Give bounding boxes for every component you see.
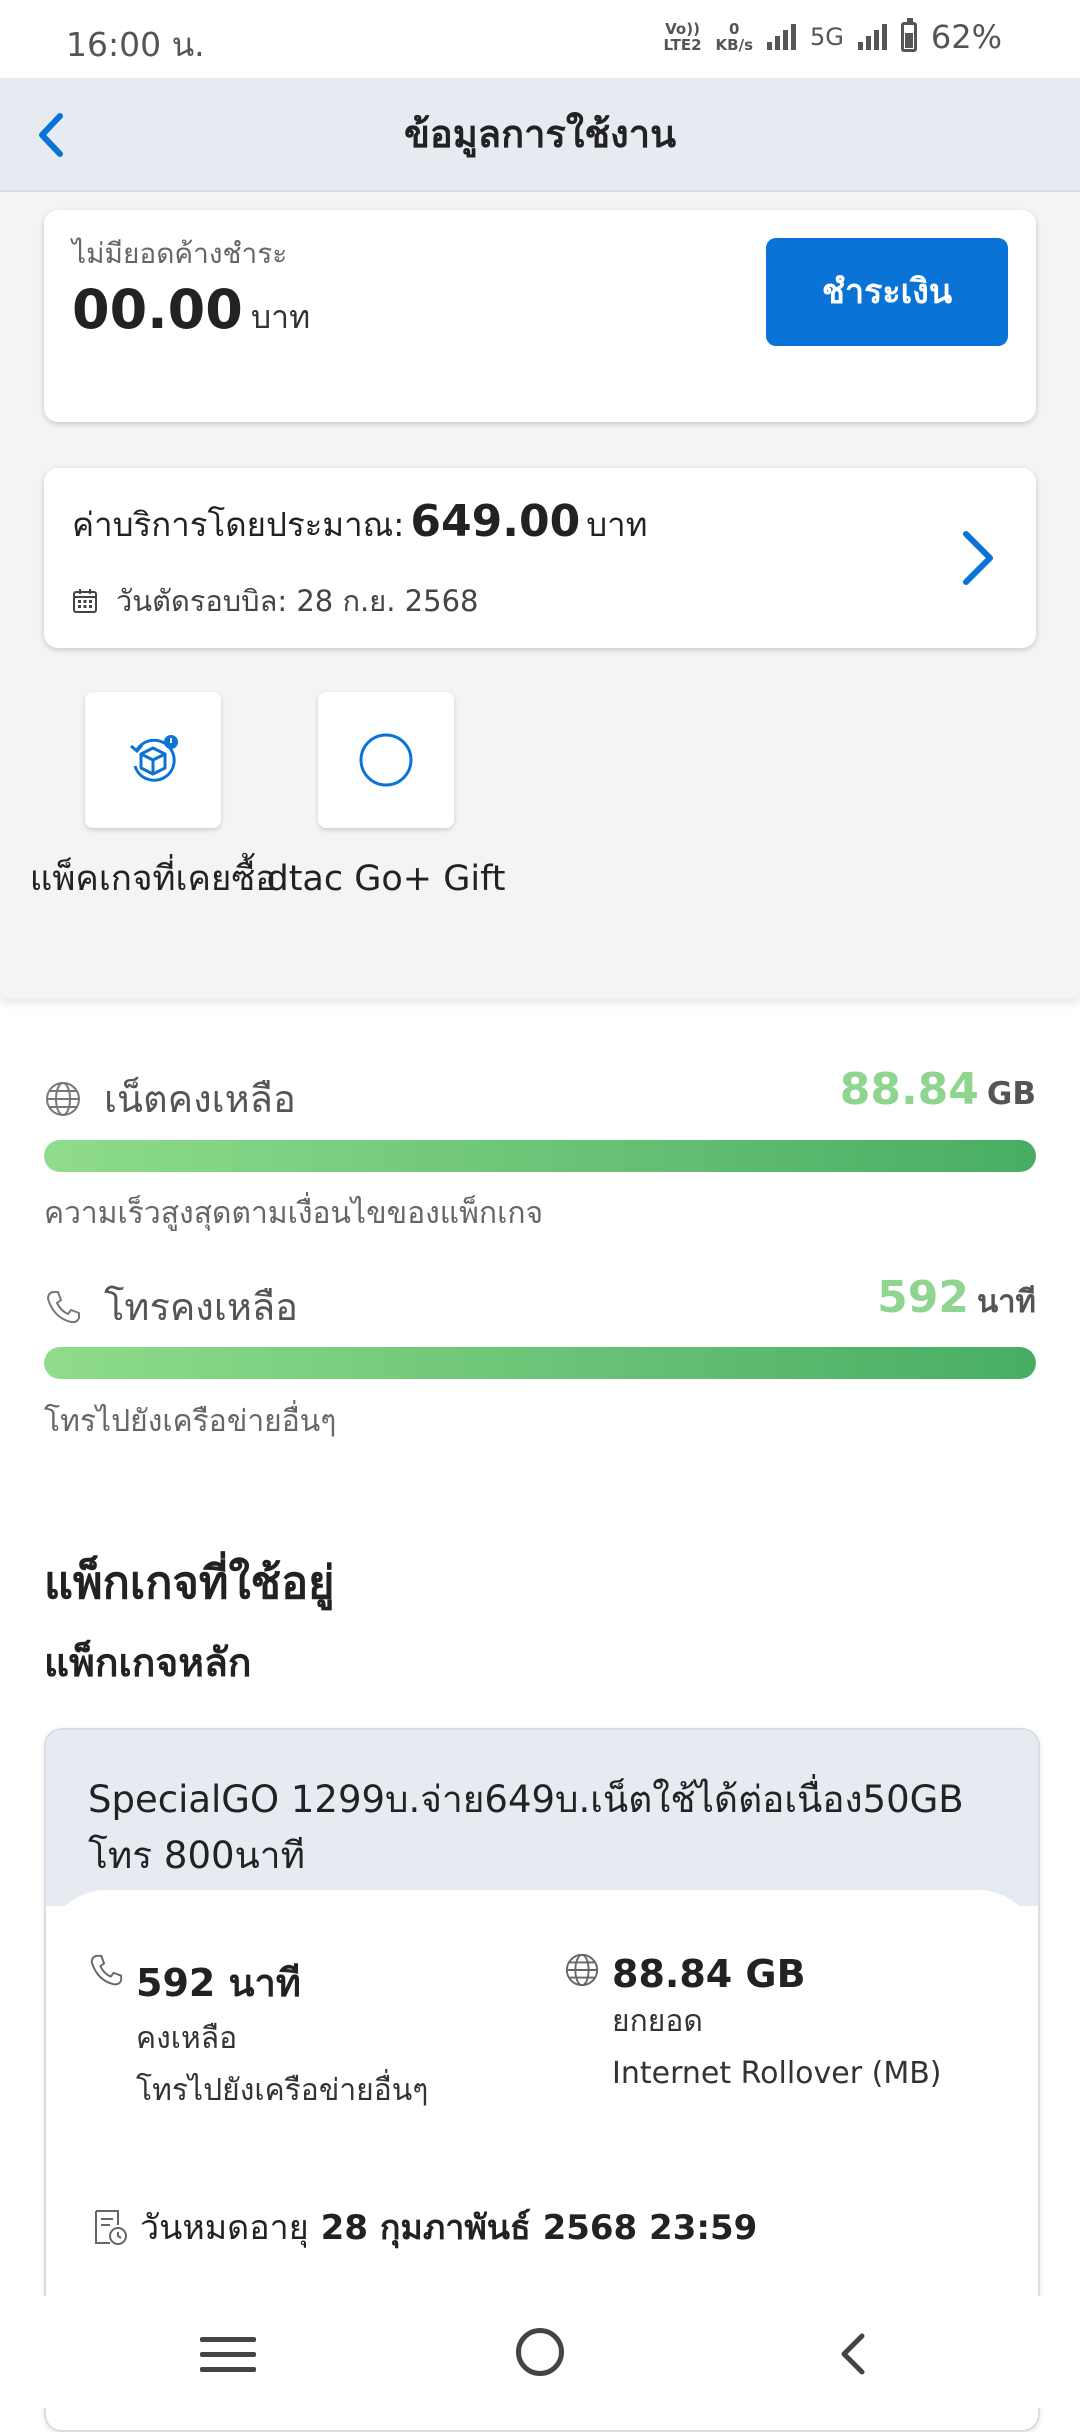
package-name: SpecialGO 1299บ.จ่าย649บ.เน็ตใช้ได้ต่อเน… [88,1778,964,1877]
internet-remaining-text: เน็ตคงเหลือ [104,1077,296,1121]
battery-icon [900,18,917,52]
shortcut-package-history-label: แพ็คเกจที่เคยซื้อ [29,859,277,899]
estimated-bill-line: ค่าบริการโดยประมาณ: 649.00 บาท [72,496,647,551]
estimated-bill-amount: 649.00 [410,496,581,547]
signal-icon [767,24,796,50]
bill-cycle: วันตัดรอบบิล: 28 ก.ย. 2568 [72,578,478,624]
package-expiry: วันหมดอายุ 28 กุมภาพันธ์ 2568 23:59 [92,2200,757,2254]
package-internet-value: 88.84 GB [612,1952,806,1996]
package-call-value: 592 นาที [136,1961,301,2005]
bill-cycle-text: วันตัดรอบบิล: 28 ก.ย. 2568 [116,584,479,618]
call-remaining-number: 592 [877,1272,969,1323]
package-history-icon [130,735,178,782]
recent-apps-button[interactable] [200,2326,256,2382]
active-packages-title: แพ็กเกจที่ใช้อยู่ [44,1556,335,1609]
outstanding-amount: 00.00 บาท [72,278,310,343]
shortcut-dtac-go-gift[interactable] [318,692,454,828]
payment-card: ไม่มียอดค้างชำระ 00.00 บาท ชำระเงิน [44,210,1036,422]
expiry-document-icon [95,2210,127,2245]
internet-usage-bar-fill [44,1140,1036,1172]
call-remaining-label: โทรคงเหลือ [44,1276,298,1337]
signal-icon-2 [857,24,887,50]
outstanding-value: 00.00 [72,278,243,341]
status-icons: Vo)) LTE2 0 KB/s 5G 62% [664,18,1002,56]
shortcut-package-history[interactable] [85,692,221,828]
estimated-bill-label: ค่าบริการโดยประมาณ: [72,505,405,544]
chevron-left-icon [39,113,63,157]
pay-button[interactable]: ชำระเงิน [766,238,1008,346]
call-usage-bar-fill [44,1347,1036,1379]
home-button[interactable] [516,2328,564,2376]
circle-icon [359,733,413,787]
network-speed: 0 KB/s [715,20,753,54]
shortcut-dtac-go-gift-label: dtac Go+ Gift [266,859,506,899]
package-internet-scope: Internet Rollover (MB) [612,2056,942,2091]
volte-indicator: Vo)) LTE2 [663,20,702,54]
package-internet-status: ยกยอด [612,2004,703,2039]
call-remaining-value: 592 นาที [877,1272,1036,1326]
call-note: โทรไปยังเครือข่ายอื่นๆ [44,1404,337,1439]
internet-usage-bar [44,1140,1036,1172]
nav-back-button[interactable] [826,2326,882,2382]
package-internet-allowance: 88.84 GB ยกยอด Internet Rollover (MB) [564,1952,942,2100]
estimated-bill-card[interactable]: ค่าบริการโดยประมาณ: 649.00 บาท วันตัดรอบบิ… [44,468,1036,648]
outstanding-currency: บาท [250,298,311,336]
phone-icon [90,1954,123,1986]
battery-level: 62% [930,18,1002,56]
network-type: 5G [810,23,844,51]
package-expiry-value: 28 กุมภาพันธ์ 2568 23:59 [320,2208,758,2248]
calendar-icon [73,589,97,613]
chevron-right-icon [963,531,993,585]
outstanding-label: ไม่มียอดค้างชำระ [72,237,288,270]
internet-remaining-number: 88.84 [839,1064,979,1115]
internet-remaining-label: เน็ตคงเหลือ [44,1068,296,1129]
package-card-header: SpecialGO 1299บ.จ่าย649บ.เน็ตใช้ได้ต่อเน… [46,1730,1038,1906]
globe-icon [565,1953,599,1987]
internet-note: ความเร็วสูงสุดตามเงื่อนไขของแพ็กเกจ [44,1196,544,1231]
status-time: 16:00 น. [66,25,205,64]
status-bar: 16:00 น. Vo)) LTE2 0 KB/s 5G 62% [0,0,1080,78]
package-call-allowance: 592 นาที คงเหลือ โทรไปยังเครือข่ายอื่นๆ [88,1952,428,2117]
app-header: ข้อมูลการใช้งาน [0,78,1080,192]
main-package-title: แพ็กเกจหลัก [44,1641,252,1686]
globe-icon [46,1081,80,1116]
internet-remaining-unit: GB [986,1076,1036,1112]
phone-icon [47,1290,80,1323]
page-title: ข้อมูลการใช้งาน [403,112,677,156]
package-call-status: คงเหลือ [136,2021,238,2056]
call-remaining-unit: นาที [976,1284,1036,1320]
call-remaining-text: โทรคงเหลือ [104,1285,298,1329]
internet-remaining-value: 88.84 GB [840,1064,1036,1115]
back-button[interactable] [22,106,80,164]
package-call-scope: โทรไปยังเครือข่ายอื่นๆ [136,2073,429,2108]
call-usage-bar [44,1347,1036,1379]
system-nav-bar [0,2296,1080,2408]
estimated-bill-currency: บาท [586,505,648,544]
package-expiry-label: วันหมดอายุ [140,2208,309,2248]
